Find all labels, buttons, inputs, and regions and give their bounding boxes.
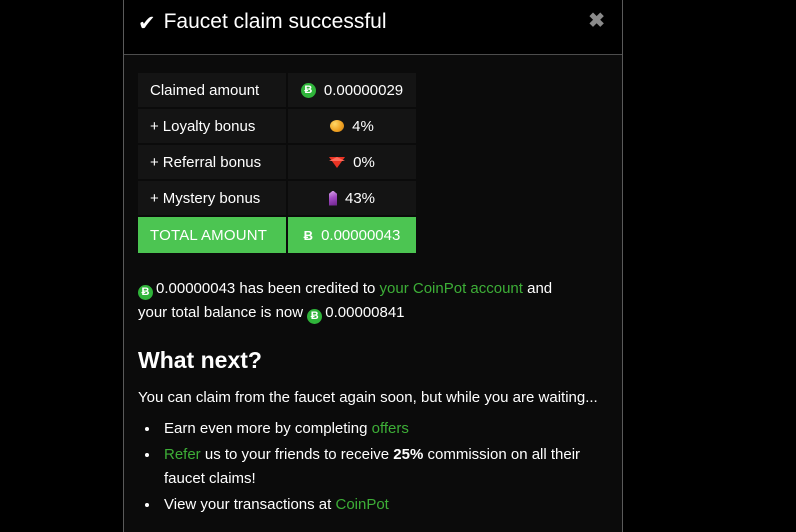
list-item-text-1: View your transactions at: [164, 496, 332, 513]
row-value-text: 43%: [344, 189, 376, 207]
list-item-text-1: Earn even more by completing: [164, 420, 368, 437]
modal-body: Claimed amount Ƀ 0.00000029 + Loyalty bon…: [124, 55, 622, 517]
purple-crystal-icon: [328, 190, 337, 206]
row-label-loyalty-bonus: + Loyalty bonus: [138, 109, 286, 143]
row-label-claimed-amount: Claimed amount: [138, 73, 286, 107]
row-value-loyalty-bonus: 4%: [288, 109, 416, 143]
list-item: Earn even more by completing offers: [160, 416, 604, 441]
list-item-text-1: us to your friends to receive: [204, 446, 390, 463]
row-value-referral-bonus: 0%: [288, 145, 416, 179]
page-title: Faucet claim successful: [163, 10, 387, 33]
close-icon[interactable]: ✖: [588, 11, 605, 31]
row-value-mystery-bonus: 43%: [288, 181, 416, 215]
coinpot-account-link[interactable]: your CoinPot account: [380, 280, 523, 297]
row-label-text: Referral bonus: [162, 153, 262, 171]
row-value-text: 0%: [353, 153, 375, 171]
refer-link[interactable]: Refer: [164, 446, 201, 463]
table-row: + Loyalty bonus 4%: [138, 109, 416, 143]
bitcoin-badge-icon: Ƀ: [300, 82, 316, 98]
table-row-total: TOTAL AMOUNT Ƀ 0.00000043: [138, 217, 416, 253]
row-value-text: 4%: [352, 117, 374, 135]
credit-text-part-1: has been credited to: [239, 280, 376, 297]
row-label-referral-bonus: + Referral bonus: [138, 145, 286, 179]
row-label-text: Mystery bonus: [162, 189, 261, 207]
row-value-text: 0.00000043: [321, 226, 401, 244]
total-balance-amount: 0.00000841: [325, 304, 405, 321]
what-next-subtitle: You can claim from the faucet again soon…: [138, 389, 598, 406]
row-label-text: TOTAL AMOUNT: [150, 226, 268, 244]
bitcoin-badge-icon: Ƀ: [138, 285, 153, 300]
table-row: + Referral bonus 0%: [138, 145, 416, 179]
coin-icon: [330, 120, 345, 132]
credit-confirmation-text: Ƀ 0.00000043 has been credited to your Co…: [138, 277, 578, 325]
coinpot-link[interactable]: CoinPot: [335, 496, 388, 513]
row-label-mystery-bonus: + Mystery bonus: [138, 181, 286, 215]
what-next-list: Earn even more by completing offers Refe…: [138, 416, 604, 517]
row-label-text: Loyalty bonus: [162, 117, 256, 135]
plus-sign: +: [150, 189, 159, 207]
modal-header-title-group: ✔ Faucet claim successful: [138, 9, 387, 35]
what-next-heading: What next?: [138, 347, 262, 373]
bitcoin-badge-icon: Ƀ: [307, 309, 323, 324]
offers-link[interactable]: offers: [372, 420, 409, 437]
plus-sign: +: [150, 153, 159, 171]
faucet-claim-modal: ✔ Faucet claim successful ✖ Claimed amou…: [123, 0, 623, 532]
modal-header: ✔ Faucet claim successful ✖: [124, 0, 622, 55]
row-value-total-amount: Ƀ 0.00000043: [288, 217, 416, 253]
row-value-text: 0.00000029: [323, 81, 404, 99]
row-value-claimed-amount: Ƀ 0.00000029: [288, 73, 416, 107]
credited-amount: 0.00000043: [156, 280, 236, 297]
bitcoin-symbol-icon: Ƀ: [303, 227, 314, 243]
red-gem-icon: [329, 156, 346, 168]
check-icon: ✔: [138, 11, 156, 35]
table-row: + Mystery bonus 43%: [138, 181, 416, 215]
list-item: View your transactions at CoinPot: [160, 492, 604, 517]
row-label-text: Claimed amount: [150, 81, 260, 99]
commission-percent: 25%: [393, 446, 424, 463]
claim-breakdown-table: Claimed amount Ƀ 0.00000029 + Loyalty bon…: [136, 71, 418, 255]
plus-sign: +: [150, 117, 159, 135]
list-item: Refer us to your friends to receive 25% …: [160, 442, 604, 491]
page-root: ✔ Faucet claim successful ✖ Claimed amou…: [0, 0, 796, 532]
table-row: Claimed amount Ƀ 0.00000029: [138, 73, 416, 107]
row-label-total-amount: TOTAL AMOUNT: [138, 217, 286, 253]
